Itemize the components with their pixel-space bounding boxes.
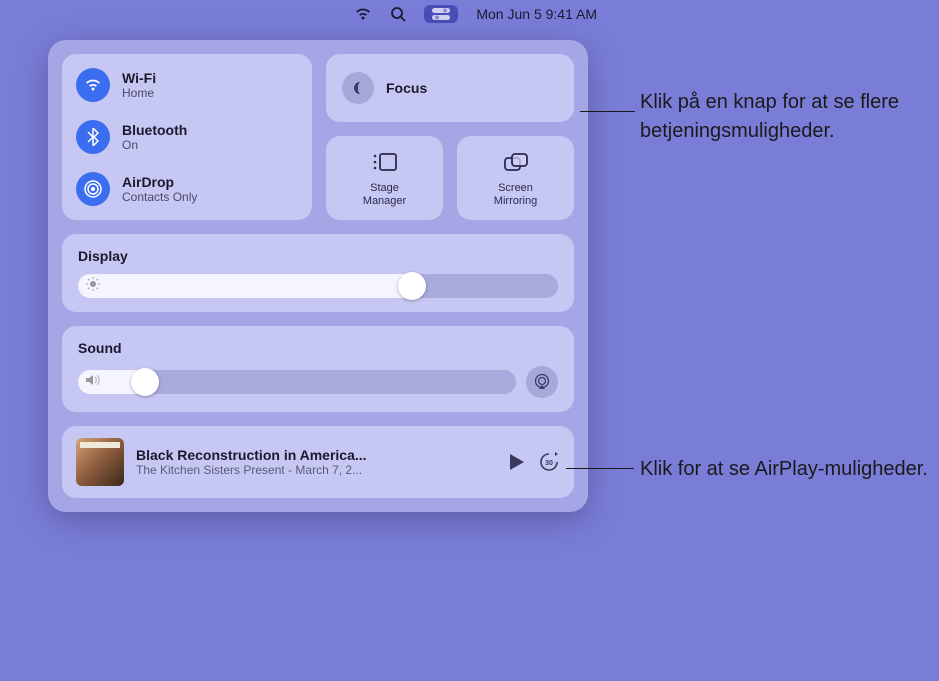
top-row: Wi-Fi Home Bluetooth On AirDrop [62, 54, 574, 220]
stage-manager-tile[interactable]: Stage Manager [326, 136, 443, 220]
control-center-menubar-icon[interactable] [424, 5, 458, 23]
bluetooth-icon [76, 120, 110, 154]
stage-manager-label: Stage Manager [363, 182, 406, 208]
play-button[interactable] [510, 454, 524, 470]
control-center-panel: Wi-Fi Home Bluetooth On AirDrop [48, 40, 588, 512]
now-playing-tile[interactable]: Black Reconstruction in America... The K… [62, 426, 574, 498]
volume-icon [86, 373, 102, 392]
callout-line-1 [580, 111, 635, 112]
small-tile-row: Stage Manager Screen Mirroring [326, 136, 574, 220]
menubar-datetime[interactable]: Mon Jun 5 9:41 AM [476, 6, 597, 22]
bluetooth-text: Bluetooth On [122, 122, 187, 152]
bluetooth-status: On [122, 138, 187, 152]
airdrop-status: Contacts Only [122, 190, 197, 204]
display-title: Display [78, 248, 558, 264]
moon-icon [342, 72, 374, 104]
callout-line-2 [566, 468, 634, 469]
media-text: Black Reconstruction in America... The K… [136, 447, 498, 477]
media-controls: 30 [510, 451, 560, 473]
sound-tile: Sound [62, 326, 574, 412]
search-menubar-icon[interactable] [390, 6, 406, 22]
sound-slider-thumb[interactable] [131, 368, 159, 396]
screen-mirroring-label: Screen Mirroring [494, 182, 537, 208]
sound-title: Sound [78, 340, 558, 356]
right-column: Focus Stage Manager Screen Mirroring [326, 54, 574, 220]
bluetooth-title: Bluetooth [122, 122, 187, 138]
display-slider-thumb[interactable] [398, 272, 426, 300]
sound-slider[interactable] [78, 370, 516, 394]
callout-focus: Klik på en knap for at se flere betjenin… [640, 88, 930, 146]
bluetooth-item[interactable]: Bluetooth On [76, 120, 298, 154]
album-art [76, 438, 124, 486]
brightness-icon [86, 277, 100, 296]
focus-tile[interactable]: Focus [326, 54, 574, 122]
wifi-icon [76, 68, 110, 102]
svg-text:30: 30 [545, 460, 553, 467]
screen-mirroring-tile[interactable]: Screen Mirroring [457, 136, 574, 220]
media-title: Black Reconstruction in America... [136, 447, 498, 463]
airdrop-title: AirDrop [122, 174, 197, 190]
wifi-menubar-icon[interactable] [354, 7, 372, 21]
display-tile: Display [62, 234, 574, 312]
airplay-audio-button[interactable] [526, 366, 558, 398]
airdrop-text: AirDrop Contacts Only [122, 174, 197, 204]
wifi-status: Home [122, 86, 156, 100]
callout-airplay: Klik for at se AirPlay-muligheder. [640, 455, 930, 484]
airdrop-item[interactable]: AirDrop Contacts Only [76, 172, 298, 206]
airdrop-icon [76, 172, 110, 206]
media-subtitle: The Kitchen Sisters Present - March 7, 2… [136, 463, 498, 477]
focus-label: Focus [386, 80, 427, 96]
display-slider[interactable] [78, 274, 558, 298]
wifi-text: Wi-Fi Home [122, 70, 156, 100]
screen-mirroring-icon [502, 148, 530, 176]
wifi-title: Wi-Fi [122, 70, 156, 86]
connectivity-tile[interactable]: Wi-Fi Home Bluetooth On AirDrop [62, 54, 312, 220]
skip-forward-30-button[interactable]: 30 [538, 451, 560, 473]
menubar: Mon Jun 5 9:41 AM [342, 0, 609, 28]
wifi-item[interactable]: Wi-Fi Home [76, 68, 298, 102]
stage-manager-icon [371, 148, 399, 176]
